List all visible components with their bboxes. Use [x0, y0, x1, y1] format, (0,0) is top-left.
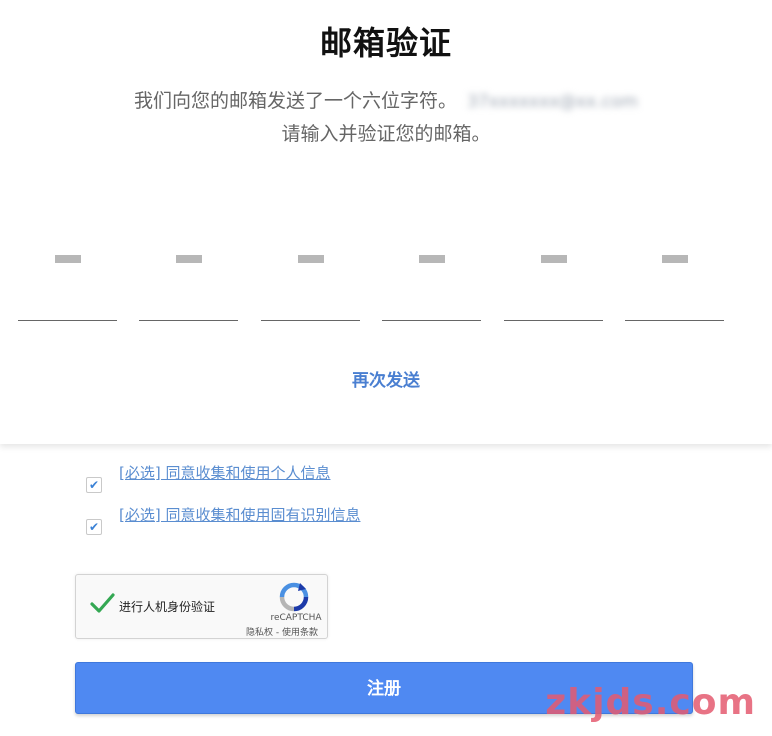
code-placeholder-dash: [298, 255, 324, 263]
agreement-link-personal-info[interactable]: [必选] 同意收集和使用个人信息: [119, 462, 330, 483]
code-input-3[interactable]: [261, 236, 360, 321]
resend-link[interactable]: 再次发送: [0, 366, 772, 391]
code-placeholder-dash: [419, 255, 445, 263]
agreement-checkbox-unique-id[interactable]: ✔: [86, 519, 102, 535]
recaptcha-brand: reCAPTCHA: [270, 613, 322, 623]
code-input-1[interactable]: [18, 236, 117, 321]
agreement-checkbox-personal-info[interactable]: ✔: [86, 477, 102, 493]
code-placeholder-dash: [176, 255, 202, 263]
masked-email: 37xxxxxxx@xx.com: [467, 91, 638, 112]
page-title: 邮箱验证: [319, 24, 452, 62]
recaptcha-logo-icon: [279, 582, 309, 612]
recaptcha-terms-link[interactable]: 隐私权 - 使用条款: [236, 625, 318, 638]
code-input-2[interactable]: [139, 236, 238, 321]
agreement-row-personal-info: ✔ [必选] 同意收集和使用个人信息: [86, 462, 586, 502]
description-text: 我们向您的邮箱发送了一个六位字符。: [134, 90, 458, 112]
code-placeholder-dash: [55, 255, 81, 263]
code-placeholder-dash: [662, 255, 688, 263]
watermark: zkjds.com: [545, 682, 756, 723]
verification-card: 邮箱验证 我们向您的邮箱发送了一个六位字符。 37xxxxxxx@xx.com 请…: [0, 0, 772, 444]
code-input-4[interactable]: [382, 236, 481, 321]
captcha-label: 进行人机身份验证: [119, 600, 216, 614]
code-placeholder-dash: [541, 255, 567, 263]
recaptcha-widget: 进行人机身份验证 reCAPTCHA 隐私权 - 使用条款: [75, 574, 328, 639]
captcha-checkmark-icon[interactable]: [88, 589, 116, 617]
agreement-link-unique-id[interactable]: [必选] 同意收集和使用固有识别信息: [119, 504, 360, 525]
description-line-2: 请输入并验证您的邮箱。: [281, 123, 491, 145]
agreement-row-unique-id: ✔ [必选] 同意收集和使用固有识别信息: [86, 504, 586, 544]
description-line-1: 我们向您的邮箱发送了一个六位字符。 37xxxxxxx@xx.com: [0, 86, 772, 113]
code-input-6[interactable]: [625, 236, 724, 321]
code-input-5[interactable]: [504, 236, 603, 321]
